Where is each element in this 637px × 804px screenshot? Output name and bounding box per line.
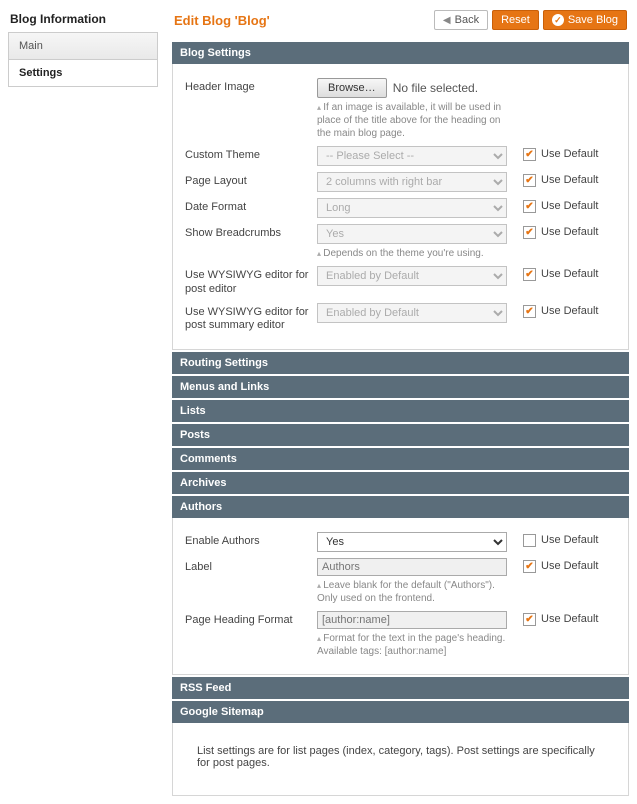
checkbox-use-default-ea[interactable] (523, 534, 536, 547)
hint-authors-label: Leave blank for the default ("Authors").… (317, 579, 507, 605)
back-icon: ◀ (443, 15, 451, 26)
section-sitemap[interactable]: Google Sitemap (172, 701, 629, 723)
back-label: Back (455, 14, 479, 26)
checkbox-use-default-wp[interactable] (523, 268, 536, 281)
checkbox-use-default-al[interactable] (523, 560, 536, 573)
input-heading-format[interactable] (317, 611, 507, 629)
save-label: Save Blog (568, 14, 618, 26)
checkbox-use-default-ws[interactable] (523, 305, 536, 318)
use-default-label: Use Default (541, 560, 598, 572)
select-page-layout[interactable]: 2 columns with right bar (317, 172, 507, 192)
label-authors-label: Label (185, 558, 317, 605)
section-posts[interactable]: Posts (172, 424, 629, 446)
use-default-label: Use Default (541, 268, 598, 280)
use-default-label: Use Default (541, 200, 598, 212)
select-enable-authors[interactable]: Yes (317, 532, 507, 552)
select-date-format[interactable]: Long (317, 198, 507, 218)
tab-settings[interactable]: Settings (9, 59, 157, 86)
select-wysiwyg-summary[interactable]: Enabled by Default (317, 303, 507, 323)
label-wysiwyg-summary: Use WYSIWYG editor for post summary edit… (185, 303, 317, 334)
page-title: Edit Blog 'Blog' (172, 13, 270, 28)
hint-header-image: If an image is available, it will be use… (317, 101, 507, 140)
label-page-layout: Page Layout (185, 172, 317, 192)
label-custom-theme: Custom Theme (185, 146, 317, 166)
select-custom-theme[interactable]: -- Please Select -- (317, 146, 507, 166)
hint-breadcrumbs: Depends on the theme you're using. (317, 247, 507, 260)
sidebar-title: Blog Information (10, 12, 158, 26)
section-comments[interactable]: Comments (172, 448, 629, 470)
bottom-note: List settings are for list pages (index,… (185, 733, 616, 781)
select-wysiwyg-post[interactable]: Enabled by Default (317, 266, 507, 286)
label-heading-format: Page Heading Format (185, 611, 317, 658)
browse-button[interactable]: Browse… (317, 78, 387, 98)
select-breadcrumbs[interactable]: Yes (317, 224, 507, 244)
checkbox-use-default-theme[interactable] (523, 148, 536, 161)
checkbox-use-default-layout[interactable] (523, 174, 536, 187)
use-default-label: Use Default (541, 226, 598, 238)
label-date-format: Date Format (185, 198, 317, 218)
checkbox-use-default-bc[interactable] (523, 226, 536, 239)
section-rss[interactable]: RSS Feed (172, 677, 629, 699)
use-default-label: Use Default (541, 534, 598, 546)
use-default-label: Use Default (541, 305, 598, 317)
use-default-label: Use Default (541, 174, 598, 186)
file-status: No file selected. (393, 81, 478, 95)
label-header-image: Header Image (185, 78, 317, 140)
section-blog-settings[interactable]: Blog Settings (172, 42, 629, 64)
back-button[interactable]: ◀ Back (434, 10, 488, 30)
tab-main[interactable]: Main (9, 33, 157, 59)
checkbox-use-default-hf[interactable] (523, 613, 536, 626)
section-archives[interactable]: Archives (172, 472, 629, 494)
sidebar-tabs: Main Settings (8, 32, 158, 87)
save-button[interactable]: ✓ Save Blog (543, 10, 627, 30)
label-enable-authors: Enable Authors (185, 532, 317, 552)
section-routing[interactable]: Routing Settings (172, 352, 629, 374)
input-authors-label[interactable] (317, 558, 507, 576)
section-menus[interactable]: Menus and Links (172, 376, 629, 398)
use-default-label: Use Default (541, 613, 598, 625)
use-default-label: Use Default (541, 148, 598, 160)
section-authors[interactable]: Authors (172, 496, 629, 518)
label-breadcrumbs: Show Breadcrumbs (185, 224, 317, 260)
label-wysiwyg-post: Use WYSIWYG editor for post editor (185, 266, 317, 297)
reset-button[interactable]: Reset (492, 10, 539, 30)
checkbox-use-default-date[interactable] (523, 200, 536, 213)
hint-heading-format: Format for the text in the page's headin… (317, 632, 507, 658)
check-icon: ✓ (552, 14, 564, 26)
section-lists[interactable]: Lists (172, 400, 629, 422)
